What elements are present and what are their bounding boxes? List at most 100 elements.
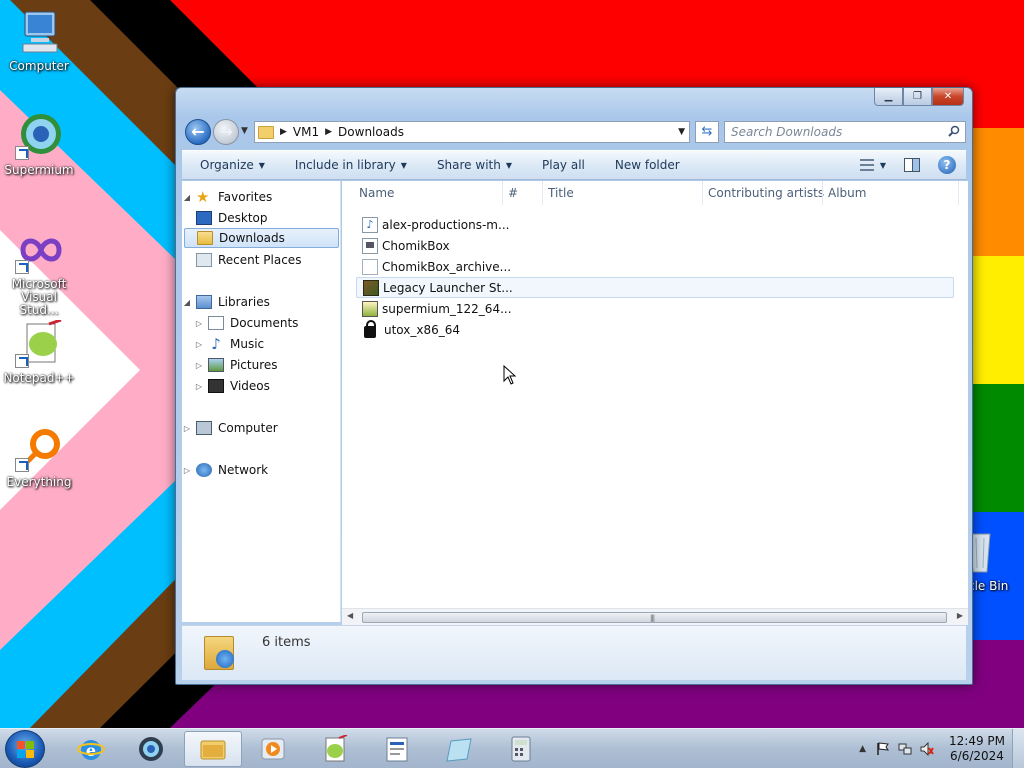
music-icon: ♪ [211,335,221,353]
column-separator[interactable] [822,181,823,205]
computer-icon [15,8,63,56]
desktop-icon-notepadpp[interactable]: Notepad++ [0,318,78,385]
expand-arrow-icon[interactable]: ▷ [182,424,192,433]
scroll-left-arrow-icon[interactable]: ◀ [347,611,353,620]
new-folder-button[interactable]: New folder [615,158,680,172]
desktop-icon-everything[interactable]: Everything [0,424,78,489]
close-button[interactable]: ✕ [932,88,964,106]
address-bar[interactable]: ▶ VM1 ▶ Downloads ▼ [254,121,690,143]
minecraft-launcher-icon [363,279,379,296]
tree-item-recent-places[interactable]: Recent Places [192,250,301,270]
tree-item-libraries[interactable]: ◢ Libraries [182,292,270,312]
collapse-arrow-icon[interactable]: ◢ [182,193,192,202]
share-with-label: Share with [436,158,501,172]
organize-button[interactable]: Organize ▼ [200,158,265,172]
tree-item-network[interactable]: ▷ Network [182,460,268,480]
taskbar-sticky-notes[interactable] [430,731,488,767]
expand-arrow-icon[interactable]: ▷ [194,382,204,391]
scroll-right-arrow-icon[interactable]: ▶ [957,611,963,620]
collapse-arrow-icon[interactable]: ◢ [182,298,192,307]
tree-item-music[interactable]: ▷ ♪ Music [194,334,264,354]
desktop-icon-supermium[interactable]: Supermium [0,112,78,177]
preview-pane-icon[interactable] [904,158,920,172]
tree-item-favorites[interactable]: ◢ ★ Favorites [182,187,272,207]
column-header-album[interactable]: Album [828,186,866,204]
desktop-icon-computer[interactable]: Computer [0,8,78,73]
column-header-contributing-artists[interactable]: Contributing artists [708,186,824,204]
expand-arrow-icon[interactable]: ▷ [194,319,204,328]
tree-label: Pictures [230,358,278,372]
tree-item-downloads[interactable]: Downloads [184,228,339,248]
forward-button[interactable]: → [213,119,239,145]
tree-label: Videos [230,379,270,393]
tree-item-pictures[interactable]: ▷ Pictures [194,355,278,375]
breadcrumb-vm1[interactable]: VM1 [293,125,319,139]
search-input[interactable]: Search Downloads [724,121,966,143]
volume-muted-icon[interactable] [920,742,934,756]
column-header-number[interactable]: # [508,186,518,204]
recent-pages-button[interactable]: ▼ [241,126,248,136]
breadcrumb-downloads[interactable]: Downloads [338,125,404,139]
expand-arrow-icon[interactable]: ▷ [194,340,204,349]
scrollbar-thumb[interactable]: ||| [362,612,947,623]
taskbar-media-player[interactable] [244,731,302,767]
desktop-icon-visual-studio[interactable]: Microsoft Visual Stud... [0,226,78,317]
back-button[interactable]: ← [185,119,211,145]
column-separator[interactable] [502,181,503,205]
share-with-button[interactable]: Share with ▼ [437,158,512,172]
file-row-hovered[interactable]: Legacy Launcher St... [356,277,954,298]
taskbar-notepadpp[interactable] [306,731,364,767]
tree-item-videos[interactable]: ▷ Videos [194,376,270,396]
grip-icon: ||| [650,614,655,622]
show-desktop-button[interactable] [1012,729,1024,768]
search-placeholder: Search Downloads [731,125,843,139]
sticky-notes-icon [446,738,472,762]
desktop-icon [196,211,212,225]
include-in-library-button[interactable]: Include in library ▼ [295,158,407,172]
play-all-label: Play all [542,158,585,172]
taskbar-wordpad[interactable] [368,731,426,767]
show-hidden-icons-icon[interactable]: ▲ [859,744,866,754]
column-separator[interactable] [702,181,703,205]
change-view-icon[interactable] [859,159,874,171]
file-row[interactable]: ChomikBox [356,235,954,256]
refresh-button[interactable]: ⇆ [695,121,719,143]
notepadpp-icon [325,735,348,762]
videos-icon [208,379,224,393]
view-options-dropdown-icon[interactable]: ▼ [880,161,886,170]
clock[interactable]: 12:49 PM 6/6/2024 [942,734,1012,764]
file-row[interactable]: utox_x86_64 [356,319,954,340]
taskbar-windows-explorer[interactable] [184,731,242,767]
taskbar-internet-explorer[interactable]: e [62,731,120,767]
address-dropdown-icon[interactable]: ▼ [678,127,685,137]
action-center-flag-icon[interactable] [876,742,890,756]
breadcrumb-separator-icon[interactable]: ▶ [325,127,332,137]
tree-item-documents[interactable]: ▷ Documents [194,313,298,333]
clock-date: 6/6/2024 [950,749,1004,763]
taskbar-calculator[interactable] [492,731,550,767]
file-row[interactable]: supermium_122_64... [356,298,954,319]
minimize-button[interactable]: ▁ [874,88,903,106]
expand-arrow-icon[interactable]: ▷ [194,361,204,370]
explorer-window[interactable]: ▁ ❐ ✕ ← → ▼ ▶ VM1 ▶ Downloads ▼ ⇆ Search… [175,87,973,685]
tree-item-computer[interactable]: ▷ Computer [182,418,278,438]
column-header-title[interactable]: Title [548,186,574,204]
network-status-icon[interactable] [898,742,912,756]
maximize-button[interactable]: ❐ [903,88,932,106]
tree-item-desktop[interactable]: Desktop [192,208,268,228]
help-icon[interactable]: ? [938,156,956,174]
column-header-name[interactable]: Name [359,186,394,204]
organize-label: Organize [200,158,254,172]
column-separator[interactable] [958,181,959,205]
play-all-button[interactable]: Play all [542,158,585,172]
taskbar-supermium[interactable] [122,731,180,767]
breadcrumb-separator-icon[interactable]: ▶ [280,127,287,137]
supermium-icon [139,737,163,761]
file-row[interactable]: ChomikBox_archive... [356,256,954,277]
search-icon[interactable] [948,125,960,137]
file-row[interactable]: ♪ alex-productions-m... [356,214,954,235]
horizontal-scrollbar[interactable]: ◀ ||| ▶ [342,608,968,625]
start-button[interactable] [5,730,45,768]
column-separator[interactable] [542,181,543,205]
expand-arrow-icon[interactable]: ▷ [182,466,192,475]
